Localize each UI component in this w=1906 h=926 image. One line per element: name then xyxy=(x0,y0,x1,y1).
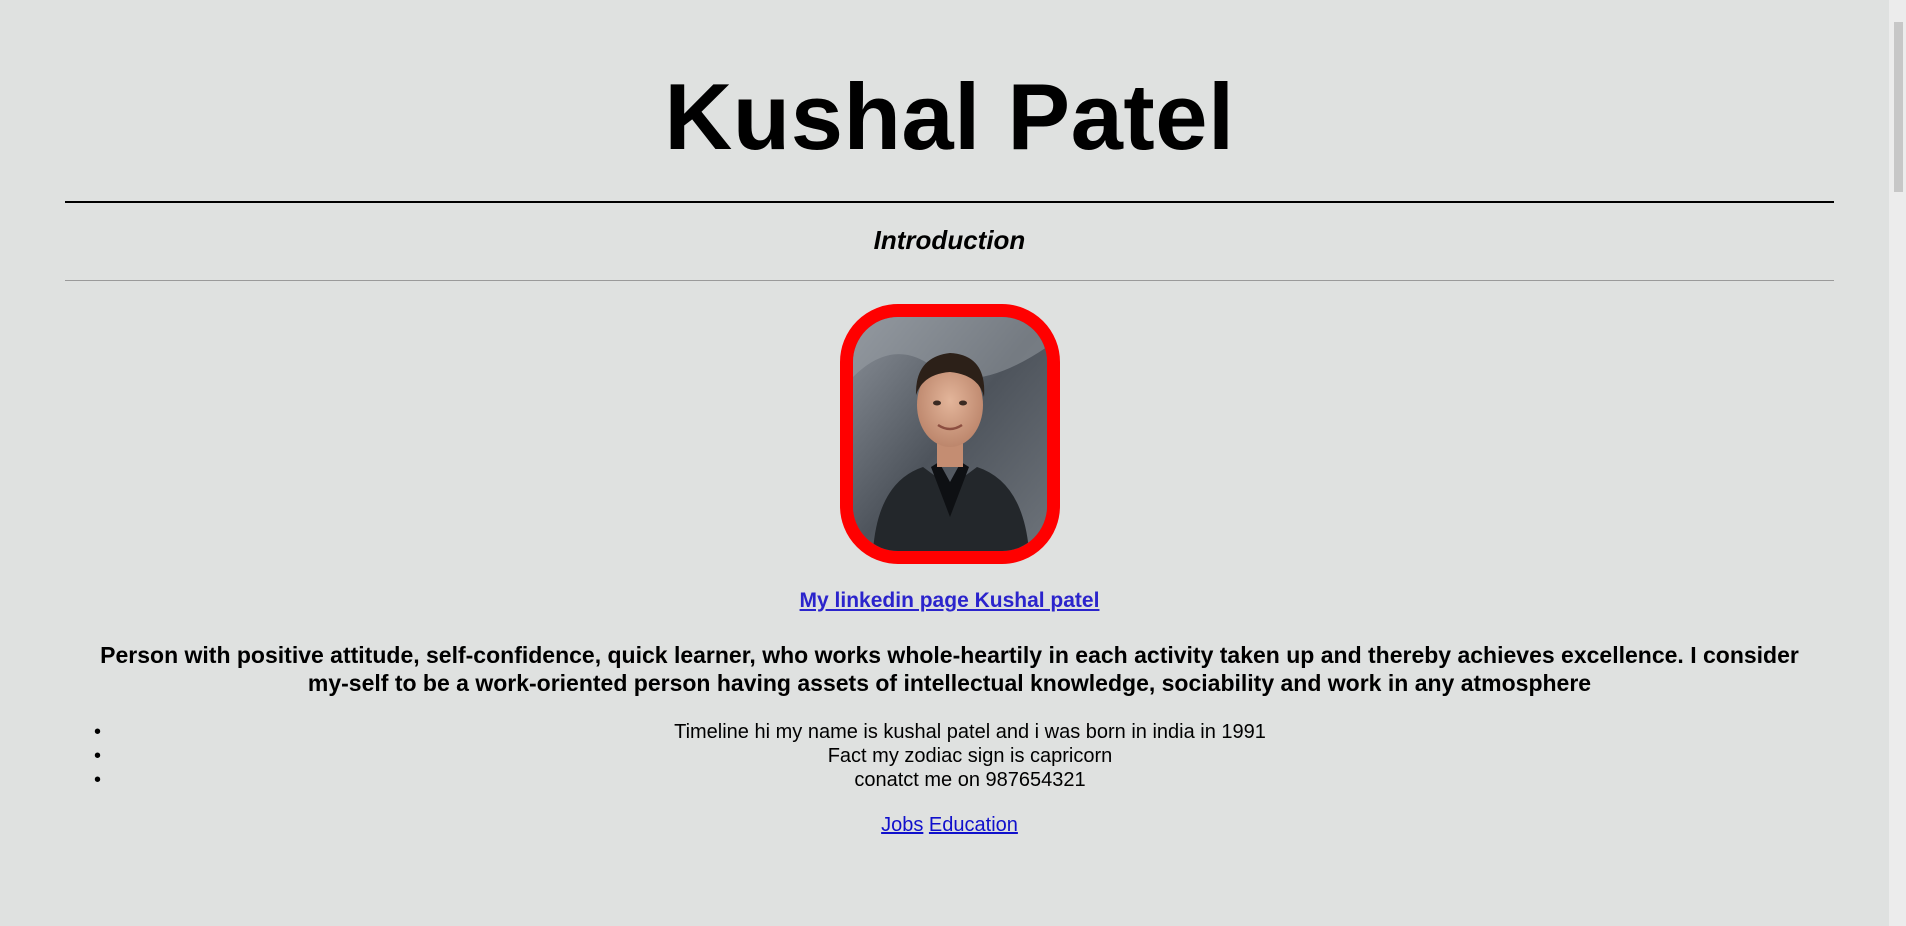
title-divider xyxy=(65,201,1834,203)
vertical-scrollbar[interactable] xyxy=(1889,0,1906,926)
facts-list: • Timeline hi my name is kushal patel an… xyxy=(65,720,1834,792)
list-item-text: Timeline hi my name is kushal patel and … xyxy=(674,721,1266,743)
bullet-icon: • xyxy=(94,721,102,743)
bullet-icon: • xyxy=(94,769,102,791)
education-link[interactable]: Education xyxy=(929,814,1018,836)
section-divider xyxy=(65,280,1834,281)
bullet-icon: • xyxy=(94,745,102,767)
main-content: Kushal Patel Introduction My linkedin pa… xyxy=(65,0,1834,837)
linkedin-link[interactable]: My linkedin page Kushal patel xyxy=(800,589,1100,612)
page-title: Kushal Patel xyxy=(664,64,1235,169)
page: Kushal Patel Introduction My linkedin pa… xyxy=(0,0,1906,926)
list-item: • conatct me on 987654321 xyxy=(94,768,1834,792)
jobs-link[interactable]: Jobs xyxy=(881,814,923,836)
linkedin-link-container: My linkedin page Kushal patel xyxy=(65,588,1834,614)
scrollbar-thumb[interactable] xyxy=(1894,22,1903,192)
profile-photo xyxy=(839,304,1060,564)
section-heading: Introduction xyxy=(873,225,1026,255)
profile-photo-image xyxy=(852,317,1047,551)
list-item-text: Fact my zodiac sign is capricorn xyxy=(827,745,1113,767)
list-item: • Timeline hi my name is kushal patel an… xyxy=(94,720,1834,744)
about-paragraph: Person with positive attitude, self-conf… xyxy=(100,642,1799,696)
nav-links: Jobs Education xyxy=(65,813,1834,837)
list-item-text: conatct me on 987654321 xyxy=(854,769,1086,791)
list-item: • Fact my zodiac sign is capricorn xyxy=(94,744,1834,768)
